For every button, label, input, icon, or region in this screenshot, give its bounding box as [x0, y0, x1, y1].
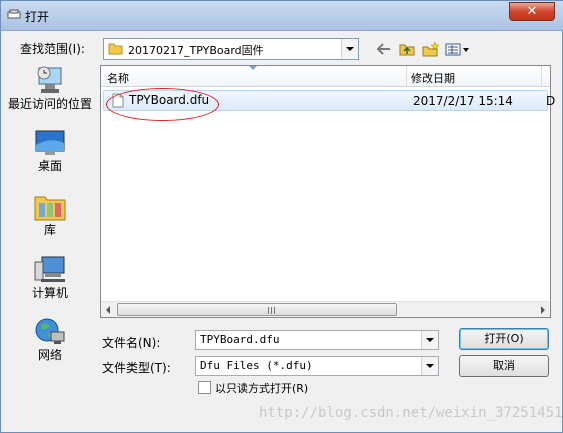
readonly-label: 以只读方式打开(R): [215, 382, 309, 395]
scrollbar-thumb[interactable]: [117, 303, 397, 316]
network-icon: [35, 318, 65, 344]
chevron-down-icon: [426, 364, 434, 368]
filetype-value: Dfu Files (*.dfu): [200, 359, 313, 372]
column-separator[interactable]: [541, 66, 542, 87]
back-button[interactable]: [375, 40, 393, 58]
desktop-icon: [35, 130, 65, 155]
horizontal-scrollbar[interactable]: [101, 301, 550, 317]
open-button[interactable]: 打开(O): [459, 328, 549, 350]
view-menu-button[interactable]: [443, 40, 473, 58]
window-title: 打开: [25, 10, 50, 24]
chevron-down-icon: [346, 47, 354, 51]
up-folder-button[interactable]: [397, 40, 417, 58]
up-folder-icon: [399, 44, 415, 56]
look-in-label: 查找范围(I):: [20, 42, 85, 56]
place-computer[interactable]: 计算机: [5, 254, 95, 300]
place-recent[interactable]: 最近访问的位置: [5, 65, 95, 111]
look-in-combo[interactable]: 20170217_TPYBoard固件: [103, 38, 359, 60]
readonly-checkbox[interactable]: [198, 381, 211, 394]
place-network-label: 网络: [37, 348, 62, 362]
annotation-circle: [106, 88, 219, 121]
place-network[interactable]: 网络: [5, 316, 95, 362]
new-folder-button[interactable]: [420, 40, 440, 58]
place-desktop[interactable]: 桌面: [5, 129, 95, 173]
libraries-icon: [34, 196, 66, 221]
place-recent-label: 最近访问的位置: [7, 97, 92, 111]
column-name[interactable]: 名称: [107, 70, 129, 86]
place-desktop-label: 桌面: [37, 159, 62, 173]
watermark-text: http://blog.csdn.net/weixin_37251451: [259, 405, 563, 421]
close-button[interactable]: ✕: [509, 2, 555, 21]
recent-places-icon: [37, 66, 62, 93]
computer-icon: [34, 256, 65, 282]
open-file-dialog: 打开 ✕ 查找范围(I): 20170217_TPYBoard固件 最近访问的位…: [0, 0, 563, 433]
view-menu-icon: [445, 43, 469, 56]
new-folder-icon: [422, 41, 439, 56]
back-arrow-icon: [377, 43, 390, 55]
cancel-button[interactable]: 取消: [459, 355, 549, 377]
filename-input[interactable]: TPYBoard.dfu: [195, 330, 439, 350]
file-date: 2017/2/17 15:14: [413, 94, 513, 108]
file-list[interactable]: 名称 修改日期 TPYBoard.dfu 2017/2/17 15:14 D: [100, 65, 555, 318]
look-in-value: 20170217_TPYBoard固件: [128, 44, 264, 57]
filetype-label: 文件类型(T):: [102, 361, 171, 375]
filename-value: TPYBoard.dfu: [200, 333, 280, 346]
folder-icon: [108, 43, 123, 55]
filename-label: 文件名(N):: [102, 336, 161, 350]
scroll-right-icon[interactable]: [541, 306, 545, 314]
column-separator[interactable]: [406, 66, 407, 87]
filetype-dropdown-arrow[interactable]: [421, 357, 438, 375]
filetype-select[interactable]: Dfu Files (*.dfu): [195, 356, 439, 376]
app-icon: [7, 9, 21, 19]
place-libraries[interactable]: 库: [5, 191, 95, 237]
places-bar: 最近访问的位置 桌面 库 计算机 网络: [5, 65, 95, 383]
grip-icon: [268, 307, 276, 314]
chevron-down-icon: [426, 338, 434, 342]
column-date[interactable]: 修改日期: [411, 70, 455, 86]
column-header: 名称 修改日期: [101, 66, 550, 87]
title-bar[interactable]: 打开 ✕: [1, 1, 563, 31]
place-computer-label: 计算机: [31, 286, 68, 300]
filename-dropdown-arrow[interactable]: [421, 331, 438, 349]
file-extra: D: [546, 94, 556, 108]
place-libraries-label: 库: [43, 223, 56, 237]
look-in-dropdown-arrow[interactable]: [341, 39, 358, 59]
sort-arrow-icon: [249, 66, 257, 70]
scroll-left-icon[interactable]: [106, 306, 110, 314]
